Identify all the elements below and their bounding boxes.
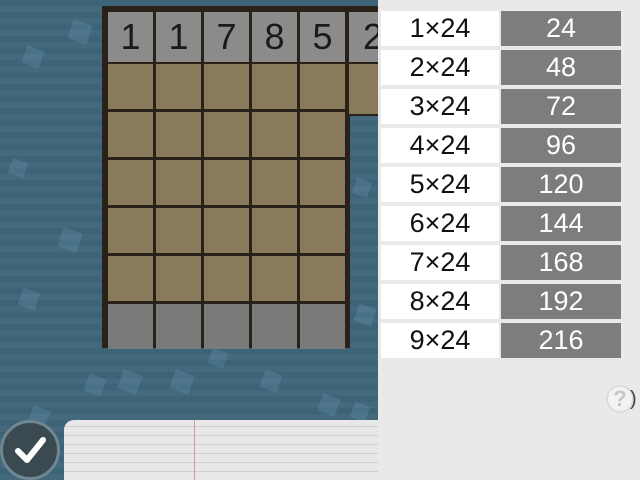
times-table-row: 1×24 24 bbox=[381, 11, 621, 46]
grid-cell[interactable] bbox=[204, 208, 249, 253]
background-square bbox=[259, 369, 283, 393]
times-table-row: 6×24 144 bbox=[381, 206, 621, 241]
check-icon bbox=[15, 437, 46, 463]
grid-cells bbox=[108, 64, 345, 349]
grid-cell-empty[interactable] bbox=[300, 304, 345, 349]
grid-cell-empty[interactable] bbox=[108, 304, 153, 349]
times-table-label: 3×24 bbox=[381, 89, 499, 124]
background-square bbox=[317, 393, 341, 417]
multiplication-grid: 1 1 7 8 5 bbox=[102, 6, 350, 349]
background-square bbox=[83, 373, 107, 397]
times-table-label: 9×24 bbox=[381, 323, 499, 358]
times-table-row: 5×24 120 bbox=[381, 167, 621, 202]
background-square bbox=[169, 369, 195, 395]
times-table-value: 216 bbox=[501, 323, 621, 358]
times-table-row: 8×24 192 bbox=[381, 284, 621, 319]
grid-cell[interactable] bbox=[204, 256, 249, 301]
grid-cell[interactable] bbox=[204, 160, 249, 205]
grid-cell[interactable] bbox=[108, 256, 153, 301]
times-table-panel: 1×24 24 2×24 48 3×24 72 4×24 96 5×24 120… bbox=[378, 0, 640, 480]
background-square bbox=[17, 287, 41, 311]
background-square bbox=[21, 45, 45, 69]
times-table-value: 96 bbox=[501, 128, 621, 163]
times-table-value: 24 bbox=[501, 11, 621, 46]
grid-cell[interactable] bbox=[252, 64, 297, 109]
background-square bbox=[207, 347, 229, 369]
times-table-row: 2×24 48 bbox=[381, 50, 621, 85]
grid-cell[interactable] bbox=[252, 256, 297, 301]
answer-notepad[interactable] bbox=[64, 420, 378, 480]
grid-cell[interactable] bbox=[252, 208, 297, 253]
grid-cell[interactable] bbox=[252, 112, 297, 157]
background-square bbox=[67, 19, 93, 45]
grid-cell[interactable] bbox=[204, 112, 249, 157]
times-table-value: 48 bbox=[501, 50, 621, 85]
grid-cell[interactable] bbox=[156, 256, 201, 301]
help-label: ? bbox=[613, 386, 627, 411]
grid-cell-empty[interactable] bbox=[204, 304, 249, 349]
grid-cell[interactable] bbox=[156, 160, 201, 205]
digit-cell: 7 bbox=[204, 12, 249, 62]
times-table-row: 3×24 72 bbox=[381, 89, 621, 124]
times-table-label: 2×24 bbox=[381, 50, 499, 85]
check-button[interactable] bbox=[0, 420, 60, 480]
digit-cell: 1 bbox=[108, 12, 153, 62]
background-square bbox=[57, 227, 83, 253]
background-square bbox=[117, 369, 143, 395]
digit-cell: 8 bbox=[252, 12, 297, 62]
grid-cell-empty[interactable] bbox=[252, 304, 297, 349]
times-table-value: 120 bbox=[501, 167, 621, 202]
background-square bbox=[351, 177, 373, 199]
grid-cell[interactable] bbox=[156, 64, 201, 109]
help-paren-text: ) bbox=[630, 388, 637, 410]
times-table-value: 192 bbox=[501, 284, 621, 319]
notepad-margin-line bbox=[194, 420, 195, 480]
times-table-row: 9×24 216 bbox=[381, 323, 621, 358]
times-table-value: 144 bbox=[501, 206, 621, 241]
digit-cell: 1 bbox=[156, 12, 201, 62]
times-table-label: 7×24 bbox=[381, 245, 499, 280]
times-table-value: 72 bbox=[501, 89, 621, 124]
grid-cell[interactable] bbox=[252, 160, 297, 205]
times-table-label: 1×24 bbox=[381, 11, 499, 46]
grid-cell[interactable] bbox=[108, 64, 153, 109]
grid-cell[interactable] bbox=[300, 256, 345, 301]
grid-cell[interactable] bbox=[108, 160, 153, 205]
times-table-label: 6×24 bbox=[381, 206, 499, 241]
grid-cell[interactable] bbox=[156, 112, 201, 157]
times-table-label: 5×24 bbox=[381, 167, 499, 202]
times-table-value: 168 bbox=[501, 245, 621, 280]
grid-cell[interactable] bbox=[204, 64, 249, 109]
times-table-label: 4×24 bbox=[381, 128, 499, 163]
grid-cell[interactable] bbox=[300, 112, 345, 157]
grid-cell-empty[interactable] bbox=[156, 304, 201, 349]
digit-cell: 5 bbox=[300, 12, 345, 62]
grid-cell[interactable] bbox=[156, 208, 201, 253]
digit-header-row: 1 1 7 8 5 bbox=[108, 12, 345, 62]
times-table-label: 8×24 bbox=[381, 284, 499, 319]
times-table-row: 7×24 168 bbox=[381, 245, 621, 280]
grid-cell[interactable] bbox=[300, 64, 345, 109]
grid-cell[interactable] bbox=[108, 112, 153, 157]
background-square bbox=[7, 157, 29, 179]
grid-cell[interactable] bbox=[300, 208, 345, 253]
grid-cell[interactable] bbox=[108, 208, 153, 253]
background-square bbox=[353, 303, 377, 327]
grid-cell[interactable] bbox=[300, 160, 345, 205]
times-table-row: 4×24 96 bbox=[381, 128, 621, 163]
